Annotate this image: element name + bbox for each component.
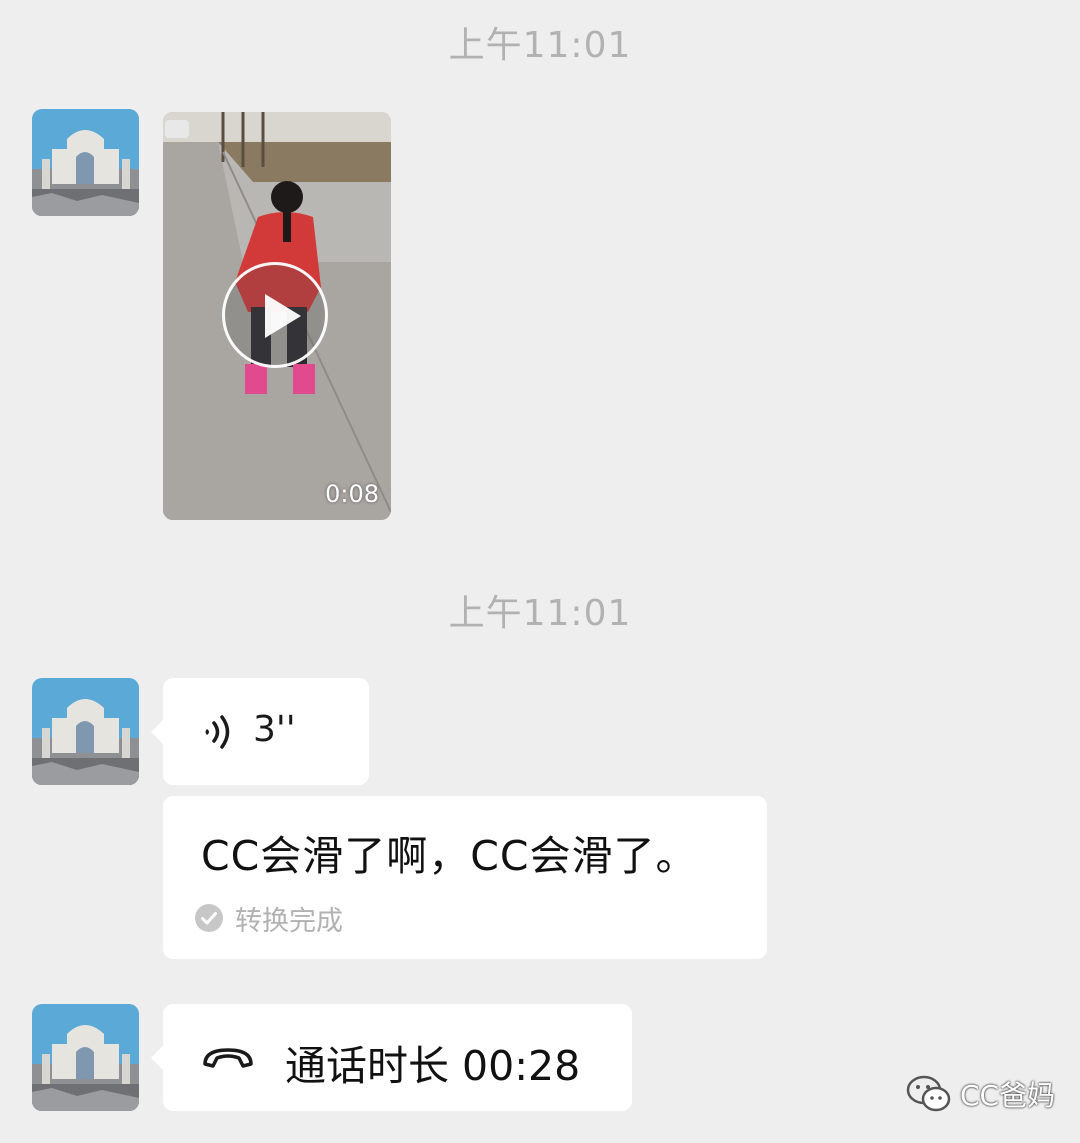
voice-duration: 3'' bbox=[253, 709, 296, 750]
video-duration: 0:08 bbox=[325, 480, 379, 508]
contact-avatar[interactable] bbox=[32, 1004, 139, 1111]
message-timestamp: 上午11:01 bbox=[448, 25, 632, 66]
voice-wave-icon bbox=[205, 715, 230, 749]
wechat-icon bbox=[906, 1075, 951, 1112]
voice-transcript[interactable]: CC会滑了啊，CC会滑了。 转换完成 bbox=[163, 796, 767, 959]
transcript-status: 转换完成 bbox=[195, 900, 343, 937]
message-timestamp: 上午11:01 bbox=[448, 593, 632, 634]
contact-avatar[interactable] bbox=[32, 109, 139, 216]
play-icon[interactable] bbox=[222, 262, 328, 368]
transcript-status-label: 转换完成 bbox=[235, 905, 343, 937]
call-record-message[interactable]: 通话时长 00:28 bbox=[151, 1004, 632, 1111]
voice-message[interactable]: 3'' bbox=[151, 678, 369, 785]
contact-avatar[interactable] bbox=[32, 678, 139, 785]
call-duration-text: 通话时长 00:28 bbox=[285, 1042, 581, 1090]
transcript-text: CC会滑了啊，CC会滑了。 bbox=[201, 832, 698, 880]
watermark: CC爸妈 bbox=[906, 1074, 1055, 1114]
phone-hangup-icon bbox=[203, 1048, 253, 1068]
video-message[interactable]: 0:08 bbox=[163, 112, 391, 520]
check-circle-icon bbox=[195, 904, 223, 932]
watermark-text: CC爸妈 bbox=[960, 1079, 1056, 1112]
